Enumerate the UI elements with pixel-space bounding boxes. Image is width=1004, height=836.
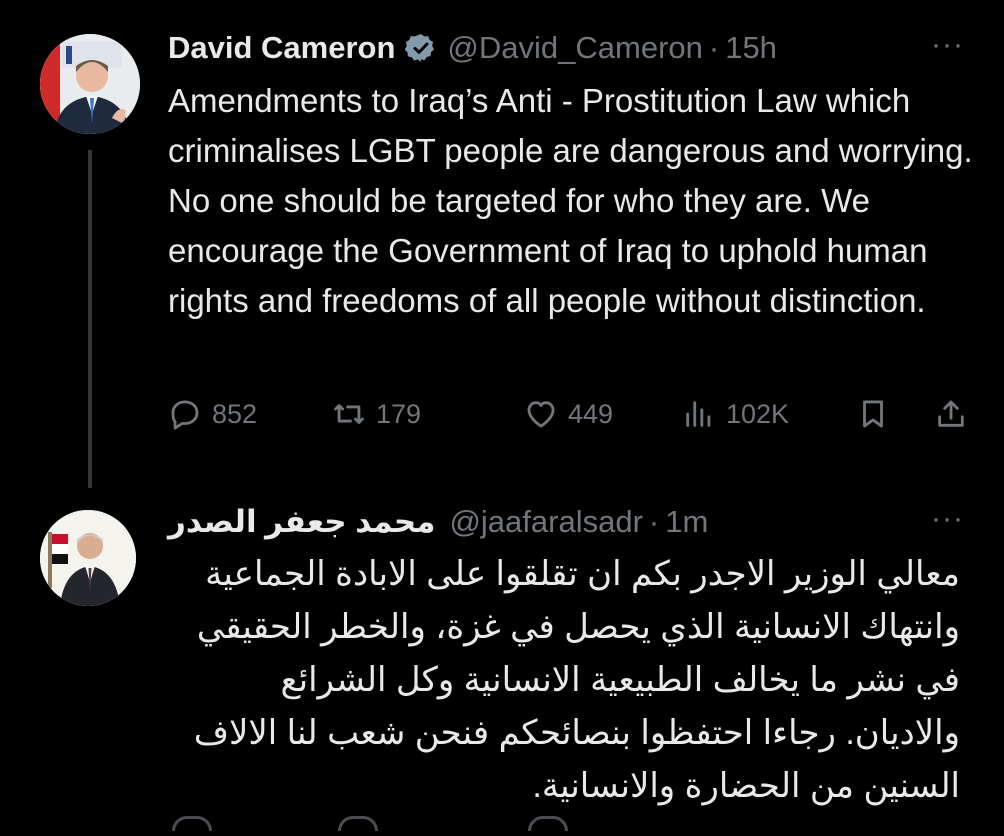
retweet-icon xyxy=(334,404,364,424)
tweet-timestamp[interactable]: 15h xyxy=(725,30,777,66)
profile-photo-icon xyxy=(40,34,140,134)
retweet-count: 179 xyxy=(376,398,422,429)
tweet-header: David Cameron @David_Cameron · 15h xyxy=(168,28,777,68)
separator-dot: · xyxy=(708,30,720,65)
author-name[interactable]: محمد جعفر الصدر xyxy=(168,504,435,540)
tweet-text: معالي الوزير الاجدر بكم ان تقلقوا على ال… xyxy=(193,555,960,805)
separator-dot: · xyxy=(648,504,660,539)
reply-icon xyxy=(171,400,199,430)
heart-icon xyxy=(527,401,555,428)
reply-button[interactable]: 852 xyxy=(168,392,257,436)
tweet-actions: 852 179 449 102K xyxy=(168,392,974,436)
tweet-header: محمد جعفر الصدر @jaafaralsadr · 1m xyxy=(168,502,964,542)
author-handle[interactable]: @jaafaralsadr xyxy=(449,504,642,540)
analytics-icon xyxy=(686,401,711,427)
tweet-text: Amendments to Iraq’s Anti - Prostitution… xyxy=(168,82,973,319)
avatar[interactable] xyxy=(40,34,140,134)
tweet-actions-partial xyxy=(168,816,974,836)
avatar[interactable] xyxy=(40,510,136,606)
tweet-david-cameron[interactable]: David Cameron @David_Cameron · 15h ··· A… xyxy=(0,0,1004,480)
bookmark-icon xyxy=(863,400,883,428)
view-count: 102K xyxy=(726,398,790,429)
like-count: 449 xyxy=(568,398,614,429)
retweet-button[interactable]: 179 xyxy=(332,392,421,436)
profile-photo-icon xyxy=(40,510,136,606)
tweet-jaafar-alsadr[interactable]: محمد جعفر الصدر @jaafaralsadr · 1m ··· م… xyxy=(0,480,1004,831)
reply-count: 852 xyxy=(212,398,258,429)
share-icon xyxy=(938,400,964,427)
author-handle[interactable]: @David_Cameron xyxy=(447,30,702,66)
share-button[interactable] xyxy=(934,392,968,436)
like-button[interactable]: 449 xyxy=(524,392,613,436)
more-options-icon[interactable]: ··· xyxy=(931,502,964,536)
tweet-timestamp[interactable]: 1m xyxy=(665,504,708,540)
more-options-icon[interactable]: ··· xyxy=(931,28,964,62)
verified-badge-icon[interactable] xyxy=(405,32,437,64)
bookmark-button[interactable] xyxy=(856,392,890,436)
author-name[interactable]: David Cameron xyxy=(168,30,395,66)
views-button[interactable]: 102K xyxy=(682,392,789,436)
